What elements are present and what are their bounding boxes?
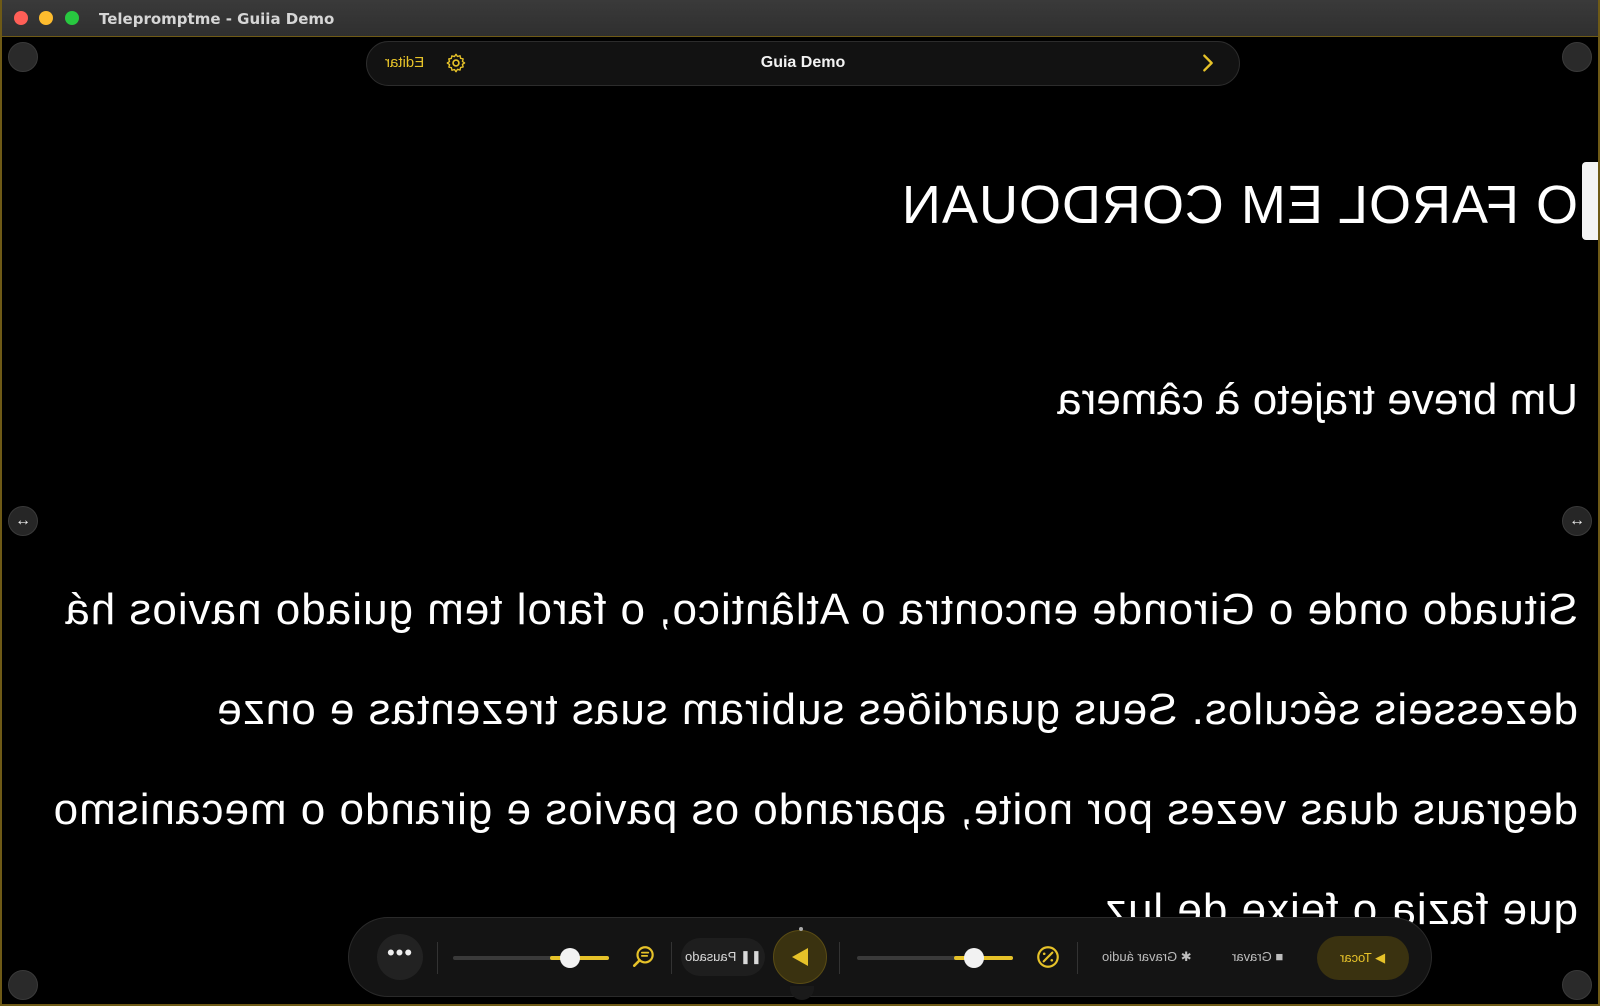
play-button[interactable]: ▶ Tocar — [1317, 936, 1409, 980]
bottom-drawer-handle[interactable] — [790, 986, 814, 1000]
play-pause-button[interactable] — [773, 927, 827, 984]
script-bar: Editar Guia Demo — [366, 41, 1240, 86]
font-size-slider-knob[interactable] — [560, 948, 580, 968]
resize-handle-top-right[interactable] — [1562, 42, 1592, 72]
font-size-slider[interactable] — [453, 948, 609, 968]
title-bar: Telepromptme - Guiia Demo — [2, 0, 1598, 37]
play-icon: ▶ — [1372, 950, 1386, 965]
scroll-speed-slider-knob[interactable] — [964, 948, 984, 968]
microphone-icon: ✱ — [1177, 949, 1192, 964]
zoom-window-button[interactable] — [65, 11, 79, 25]
status-label: Pausado — [684, 949, 736, 964]
more-options-button[interactable]: ••• — [377, 934, 423, 980]
script-title: Guia Demo — [760, 54, 846, 71]
resize-handle-bottom-left[interactable] — [8, 970, 38, 1000]
script-heading: O FAROL EM CORDOUAN — [900, 175, 1578, 235]
playback-control-bar: ••• ❚❚ Pausado ✱ Gravar áudio ■ Gravar ▶… — [348, 917, 1432, 997]
divider — [839, 942, 840, 974]
chevron-right-icon[interactable] — [1197, 52, 1219, 74]
divider — [671, 942, 672, 974]
close-window-button[interactable] — [14, 11, 28, 25]
arrows-horizontal-icon: ↔ — [15, 512, 31, 529]
divider — [437, 942, 438, 974]
speed-gauge-icon[interactable] — [1035, 944, 1061, 970]
app-window: Telepromptme - Guiia Demo ↔ ↔ Editar Gui… — [0, 0, 1600, 1006]
script-subheading: Um breve trajeto à câmera — [1057, 375, 1578, 424]
record-video-button[interactable]: ■ Gravar — [1213, 938, 1303, 976]
camera-icon: ■ — [1272, 949, 1284, 964]
scroll-position-indicator[interactable] — [1582, 162, 1598, 240]
resize-handle-top-left[interactable] — [8, 42, 38, 72]
resize-handle-bottom-right[interactable] — [1562, 970, 1592, 1000]
margin-handle-right[interactable]: ↔ — [1562, 506, 1592, 536]
record-audio-button[interactable]: ✱ Gravar áudio — [1091, 938, 1203, 976]
pause-icon: ❚❚ — [735, 949, 762, 964]
divider — [1077, 942, 1078, 974]
zoom-text-icon[interactable] — [631, 944, 657, 970]
script-body: Situado onde o Gironde encontra o Atlânt… — [52, 585, 1578, 934]
play-icon — [792, 948, 808, 966]
margin-handle-left[interactable]: ↔ — [8, 506, 38, 536]
record-audio-label: Gravar áudio — [1102, 949, 1178, 964]
scroll-speed-slider[interactable] — [857, 948, 1013, 968]
minimize-window-button[interactable] — [39, 11, 53, 25]
record-video-label: Gravar — [1232, 949, 1273, 964]
pause-status-button[interactable]: ❚❚ Pausado — [681, 938, 765, 976]
indicator-dot — [799, 927, 803, 931]
play-label: Tocar — [1340, 950, 1373, 965]
window-title: Telepromptme - Guiia Demo — [99, 10, 335, 28]
arrows-horizontal-icon: ↔ — [1569, 512, 1585, 529]
